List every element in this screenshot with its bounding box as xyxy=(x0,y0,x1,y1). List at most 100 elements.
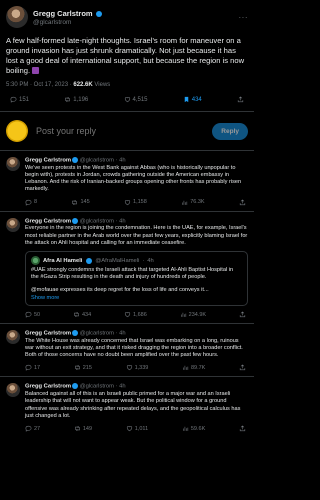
repost-action[interactable]: 215 xyxy=(74,364,92,371)
repost-icon xyxy=(64,96,71,103)
reply-action[interactable]: 17 xyxy=(25,364,40,371)
author-info: Gregg Carlstrom @glcarlstrom xyxy=(33,9,102,26)
quote-author-name: Afra Al Hameli xyxy=(43,257,83,264)
views-action[interactable]: 89.7K xyxy=(182,364,205,371)
tweet-timestamp[interactable]: 5:30 PM · Oct 17, 2023 · xyxy=(6,82,72,88)
author-name[interactable]: Gregg Carlstrom xyxy=(25,384,71,390)
reply-age[interactable]: 4h xyxy=(119,331,125,337)
reply-icon xyxy=(10,96,17,103)
heart-icon xyxy=(124,311,131,318)
reply-text: Everyone in the region is joining the co… xyxy=(25,225,248,246)
verified-badge-icon xyxy=(86,257,93,264)
quote-text-continued: @mofauae expresses its deep regret for t… xyxy=(31,286,209,293)
heart-icon xyxy=(126,364,133,371)
reply-age[interactable]: 4h xyxy=(119,384,125,390)
tweet-text: A few half-formed late-night thoughts. I… xyxy=(6,36,245,75)
views-action[interactable]: 76.3K xyxy=(181,199,205,206)
reply-action[interactable]: 8 xyxy=(25,199,37,206)
repost-action[interactable]: 434 xyxy=(73,311,91,318)
tweet-meta: 5:30 PM · Oct 17, 2023 · 622.6K Views xyxy=(0,76,254,88)
views-icon xyxy=(181,199,188,206)
reply-age[interactable]: 4h xyxy=(119,218,125,224)
like-action[interactable]: 1,339 xyxy=(126,364,148,371)
like-action[interactable]: 1,686 xyxy=(124,311,147,318)
reply-age[interactable]: 4h xyxy=(119,158,125,164)
quote-text: #UAE strongly condemns the Israeli attac… xyxy=(31,267,234,281)
reply-header: Gregg Carlstrom @glcarlstrom · 4h xyxy=(25,217,126,225)
views-icon xyxy=(182,425,189,432)
reply-action[interactable]: 50 xyxy=(25,311,40,318)
bookmark-action[interactable]: 434 xyxy=(183,96,202,103)
reply-input[interactable] xyxy=(36,126,205,136)
views-action[interactable]: 234.9K xyxy=(180,311,206,318)
quote-age: 4h xyxy=(147,257,154,264)
share-action[interactable] xyxy=(239,311,246,318)
quote-header: Afra Al Hameli @AfraMalHameli · 4h xyxy=(31,256,242,266)
heart-icon xyxy=(124,199,131,206)
reply-text: The White House was already concerned th… xyxy=(25,337,243,359)
reply-actions: 27 149 1,011 59.6K xyxy=(25,420,248,437)
share-action[interactable] xyxy=(239,425,246,432)
author-handle[interactable]: @glcarlstrom xyxy=(80,158,114,164)
views-label: Views xyxy=(94,82,111,88)
like-action[interactable]: 1,011 xyxy=(126,425,148,432)
share-action[interactable] xyxy=(237,96,244,103)
verified-badge-icon xyxy=(72,383,79,390)
author-avatar[interactable] xyxy=(6,157,20,171)
verified-badge-icon xyxy=(95,10,102,17)
author-name[interactable]: Gregg Carlstrom xyxy=(25,331,71,337)
share-action[interactable] xyxy=(239,199,246,206)
reply-header: Gregg Carlstrom @glcarlstrom · 4h xyxy=(25,157,126,164)
views-action[interactable]: 59.6K xyxy=(182,425,205,432)
reply-action[interactable]: 27 xyxy=(25,425,40,432)
share-action[interactable] xyxy=(239,364,246,371)
main-tweet: Gregg Carlstrom @glcarlstrom ··· A few h… xyxy=(0,0,254,111)
author-handle[interactable]: @glcarlstrom xyxy=(80,331,114,337)
like-action[interactable]: 1,158 xyxy=(124,199,147,206)
tweet-actions: 151 1,196 4,515 434 xyxy=(0,88,254,111)
repost-action[interactable]: 149 xyxy=(74,425,92,432)
reply-actions: 17 215 1,339 89.7K xyxy=(25,359,248,376)
heart-icon xyxy=(126,425,133,432)
reply-action[interactable]: 151 xyxy=(10,96,29,103)
author-handle[interactable]: @glcarlstrom xyxy=(33,19,102,26)
views-icon xyxy=(182,364,189,371)
repost-action[interactable]: 145 xyxy=(71,199,90,206)
author-handle[interactable]: @glcarlstrom xyxy=(80,384,114,390)
purple-square-emoji-icon xyxy=(32,67,40,74)
reply-text: We've seen protests in the West Bank aga… xyxy=(25,164,242,193)
author-avatar[interactable] xyxy=(6,383,20,398)
views-count: 622.6K xyxy=(73,82,93,88)
show-more-link[interactable]: Show more xyxy=(31,295,242,301)
author-avatar[interactable] xyxy=(6,6,28,28)
thread-reply[interactable]: Gregg Carlstrom @glcarlstrom · 4h Balanc… xyxy=(0,377,254,437)
author-name[interactable]: Gregg Carlstrom xyxy=(33,9,93,18)
repost-icon xyxy=(73,311,80,318)
quoted-tweet[interactable]: Afra Al Hameli @AfraMalHameli · 4h #UAE … xyxy=(25,251,248,307)
user-avatar[interactable] xyxy=(6,120,28,142)
repost-action[interactable]: 1,196 xyxy=(64,96,88,103)
author-name[interactable]: Gregg Carlstrom xyxy=(25,158,71,164)
author-name[interactable]: Gregg Carlstrom xyxy=(25,218,71,224)
repost-icon xyxy=(74,425,81,432)
quote-author-avatar xyxy=(31,256,40,266)
reply-actions: 50 434 1,686 234.9K xyxy=(25,306,248,323)
author-avatar[interactable] xyxy=(6,330,20,345)
share-icon xyxy=(239,364,246,371)
thread-reply[interactable]: Gregg Carlstrom @glcarlstrom · 4h The Wh… xyxy=(0,324,254,378)
author-handle[interactable]: @glcarlstrom xyxy=(80,218,114,224)
conversation-thread: Gregg Carlstrom @glcarlstrom ··· A few h… xyxy=(0,0,254,437)
heart-icon xyxy=(124,96,131,103)
reply-composer: Reply xyxy=(0,112,254,150)
thread-reply[interactable]: Gregg Carlstrom @glcarlstrom · 4h Everyo… xyxy=(0,212,254,325)
reply-button[interactable]: Reply xyxy=(212,122,248,140)
reply-text: Balanced against all of this is an Israe… xyxy=(25,390,241,419)
reply-header: Gregg Carlstrom @glcarlstrom · 4h xyxy=(25,330,126,337)
repost-icon xyxy=(71,199,78,206)
verified-badge-icon xyxy=(72,217,79,224)
thread-reply[interactable]: Gregg Carlstrom @glcarlstrom · 4h We've … xyxy=(0,151,254,212)
author-avatar[interactable] xyxy=(6,217,20,232)
reply-icon xyxy=(25,425,32,432)
more-options-icon[interactable]: ··· xyxy=(239,13,249,22)
like-action[interactable]: 4,515 xyxy=(124,96,148,103)
